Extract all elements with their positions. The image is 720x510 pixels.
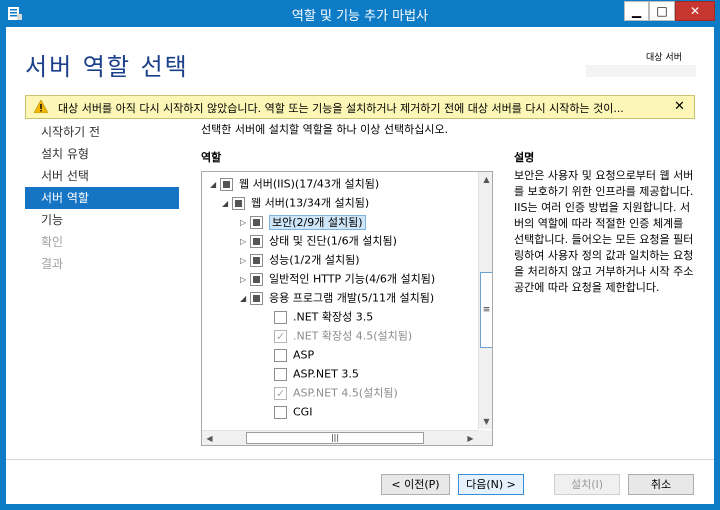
role-checkbox[interactable]	[232, 196, 245, 210]
expand-arrow-icon[interactable]: ▷	[240, 213, 250, 232]
role-checkbox[interactable]	[274, 405, 287, 419]
role-checkbox[interactable]	[250, 234, 263, 248]
expand-arrow-icon[interactable]: ▷	[240, 232, 250, 251]
close-button[interactable]: ✕	[675, 1, 715, 21]
role-checkbox[interactable]	[220, 177, 233, 191]
warning-text: 대상 서버를 아직 다시 시작하지 않았습니다. 역할 또는 기능을 설치하거나…	[58, 102, 624, 115]
role-label: 웹 서버(13/34개 설치됨)	[251, 196, 370, 210]
vertical-scroll-thumb[interactable]: ≡	[480, 272, 492, 348]
role-checkbox[interactable]	[250, 253, 263, 267]
target-server-label: 대상 서버	[646, 53, 682, 63]
expand-arrow-icon[interactable]: ▷	[240, 270, 250, 289]
role-label: 응용 프로그램 개발(5/11개 설치됨)	[269, 291, 435, 305]
role-checkbox[interactable]	[274, 348, 287, 362]
minimize-button[interactable]: ▁	[624, 1, 649, 21]
role-label: CGI	[293, 405, 313, 419]
tree-row[interactable]: CGI	[274, 402, 312, 421]
tree-row[interactable]: ▷ 상태 및 진단(1/6개 설치됨)	[240, 231, 397, 250]
restart-warning-bar: 대상 서버를 아직 다시 시작하지 않았습니다. 역할 또는 기능을 설치하거나…	[25, 95, 695, 119]
tree-row[interactable]: ◢ 웹 서버(13/34개 설치됨)	[222, 193, 369, 212]
scroll-right-icon[interactable]: ▶	[463, 431, 478, 445]
role-label: ASP.NET 4.5(설치됨)	[293, 386, 398, 400]
role-checkbox[interactable]	[274, 327, 287, 346]
horizontal-scrollbar[interactable]: ◀ ||| ▶	[202, 430, 478, 445]
role-label: 상태 및 진단(1/6개 설치됨)	[269, 234, 397, 248]
horizontal-scroll-thumb[interactable]: |||	[246, 432, 424, 444]
wizard-nav: 시작하기 전 설치 유형 서버 선택 서버 역할 기능 확인 결과	[25, 121, 179, 275]
scroll-down-icon[interactable]: ▼	[479, 414, 492, 429]
tree-row[interactable]: .NET 확장성 4.5(설치됨)	[274, 326, 413, 346]
description-text: 보안은 사용자 및 요청으로부터 웹 서버를 보호하기 위한 인프라를 제공합니…	[514, 169, 694, 294]
roles-heading: 역할	[201, 151, 222, 164]
role-label: .NET 확장성 3.5	[293, 310, 374, 324]
wizard-window: 역할 및 기능 추가 마법사 ▁ □ ✕ 서버 역할 선택 대상 서버 대상 서…	[0, 0, 720, 510]
window-title: 역할 및 기능 추가 마법사	[291, 9, 429, 24]
role-checkbox[interactable]	[250, 291, 263, 305]
role-checkbox[interactable]	[274, 384, 287, 403]
role-label: 일반적인 HTTP 기능(4/6개 설치됨)	[269, 272, 436, 286]
nav-item-server-selection[interactable]: 서버 선택	[25, 165, 179, 187]
previous-button[interactable]: < 이전(P)	[381, 474, 450, 495]
collapse-arrow-icon[interactable]: ◢	[222, 194, 232, 213]
nav-item-features[interactable]: 기능	[25, 209, 179, 231]
roles-tree: ◢ 웹 서버(IIS)(17/43개 설치됨) ◢ 웹 서버(13/34개 설치됨) ▷…	[201, 171, 493, 446]
role-label: ASP	[293, 348, 315, 362]
tree-row[interactable]: ASP	[274, 345, 314, 364]
collapse-arrow-icon[interactable]: ◢	[240, 289, 250, 308]
page-title: 서버 역할 선택	[25, 53, 189, 81]
next-button[interactable]: 다음(N) >	[458, 474, 524, 495]
tree-row[interactable]: ◢ 웹 서버(IIS)(17/43개 설치됨)	[210, 174, 379, 193]
nav-item-before-you-begin[interactable]: 시작하기 전	[25, 121, 179, 143]
warning-close-icon[interactable]: ✕	[674, 99, 685, 114]
role-label: ASP.NET 3.5	[293, 367, 359, 381]
role-checkbox[interactable]	[250, 215, 263, 229]
scrollbar-corner	[478, 430, 492, 445]
role-label: 보안(2/9개 설치됨)	[269, 214, 366, 230]
tree-row[interactable]: ▷ 성능(1/2개 설치됨)	[240, 250, 360, 269]
nav-item-server-roles[interactable]: 서버 역할	[25, 187, 179, 209]
nav-item-results: 결과	[41, 257, 64, 271]
role-checkbox[interactable]	[250, 272, 263, 286]
maximize-button[interactable]: □	[649, 1, 675, 21]
title-bar: 역할 및 기능 추가 마법사 ▁ □ ✕	[0, 0, 720, 27]
nav-item-installation-type[interactable]: 설치 유형	[25, 143, 179, 165]
tree-row[interactable]: ▷ 일반적인 HTTP 기능(4/6개 설치됨)	[240, 269, 435, 288]
tree-row[interactable]: ▷ 보안(2/9개 설치됨)	[240, 212, 366, 231]
nav-item-confirmation: 확인	[41, 235, 64, 249]
role-label: 웹 서버(IIS)(17/43개 설치됨)	[239, 177, 380, 191]
role-label: .NET 확장성 4.5(설치됨)	[293, 329, 413, 343]
wizard-client-area: 서버 역할 선택 대상 서버 대상 서버를 아직 다시 시작하지 않았습니다. …	[6, 27, 714, 504]
footer-divider	[6, 459, 714, 460]
warning-icon	[34, 100, 48, 113]
scroll-up-icon[interactable]: ▲	[479, 172, 492, 187]
tree-row[interactable]: .NET 확장성 3.5	[274, 307, 373, 326]
cancel-button[interactable]: 취소	[628, 474, 694, 495]
tree-row[interactable]: ASP.NET 4.5(설치됨)	[274, 383, 398, 403]
collapse-arrow-icon[interactable]: ◢	[210, 175, 220, 194]
role-checkbox[interactable]	[274, 310, 287, 324]
target-server-value	[586, 65, 696, 77]
instruction-text: 선택한 서버에 설치할 역할을 하나 이상 선택하십시오.	[201, 123, 449, 136]
install-button: 설치(I)	[554, 474, 620, 495]
expand-arrow-icon[interactable]: ▷	[240, 251, 250, 270]
role-checkbox[interactable]	[274, 367, 287, 381]
tree-row[interactable]: ASP.NET 3.5	[274, 364, 359, 383]
scroll-left-icon[interactable]: ◀	[202, 431, 217, 445]
vertical-scrollbar[interactable]: ▲ ≡ ▼	[478, 172, 492, 429]
role-label: 성능(1/2개 설치됨)	[269, 253, 360, 267]
description-heading: 설명	[514, 151, 535, 164]
tree-row[interactable]: ◢ 응용 프로그램 개발(5/11개 설치됨)	[240, 288, 434, 307]
